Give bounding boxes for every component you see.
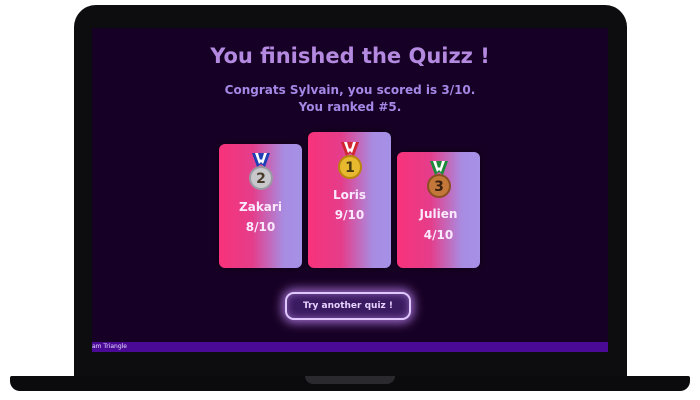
try-another-quiz-button[interactable]: Try another quiz ! — [285, 292, 411, 320]
gold-medal-icon: 1 — [337, 142, 362, 179]
quiz-results-screen: You finished the Quizz ! Congrats Sylvai… — [92, 28, 608, 352]
bronze-medal-icon: 3 — [426, 161, 451, 198]
player-score: 4/10 — [423, 228, 454, 242]
player-name: Loris — [332, 188, 367, 202]
player-name: Julien — [419, 207, 458, 221]
page-title: You finished the Quizz ! — [210, 44, 490, 68]
medal-rank: 2 — [256, 171, 266, 187]
footer-bar: am Triangle — [92, 342, 608, 352]
rank-text: You ranked #5. — [298, 100, 402, 114]
silver-medal-icon: 2 — [248, 153, 273, 190]
podium-card-third: 3 Julien 4/10 — [397, 152, 480, 268]
medal-rank: 1 — [345, 160, 355, 176]
footer-text: am Triangle — [92, 343, 127, 350]
podium-card-first: 1 Loris 9/10 — [308, 132, 391, 268]
player-score: 8/10 — [245, 220, 276, 234]
player-name: Zakari — [239, 200, 282, 214]
result-summary: Congrats Sylvain, you scored is 3/10. Yo… — [92, 82, 608, 116]
podium-card-second: 2 Zakari 8/10 — [219, 144, 302, 268]
laptop-notch — [305, 376, 395, 384]
medal-rank: 3 — [434, 179, 444, 195]
score-text: Congrats Sylvain, you scored is 3/10. — [224, 83, 476, 97]
player-score: 9/10 — [334, 208, 365, 222]
